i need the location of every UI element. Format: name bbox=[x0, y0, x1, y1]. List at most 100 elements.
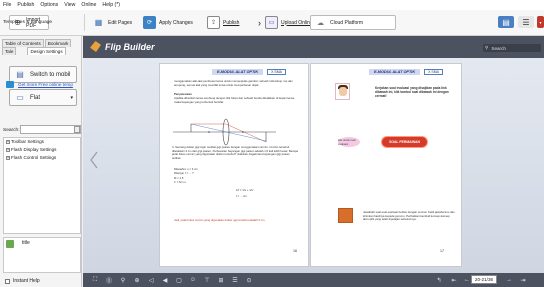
templates-language-label: Templates & Language bbox=[3, 20, 53, 25]
student-illustration bbox=[338, 208, 353, 223]
next-arrow-icon: › bbox=[258, 17, 261, 28]
publish-label: Publish bbox=[223, 19, 240, 26]
expand-icon: + bbox=[6, 156, 10, 160]
instant-help-checkbox[interactable]: Instant Help bbox=[5, 278, 40, 284]
title-text: title bbox=[22, 240, 30, 246]
search-go-button[interactable] bbox=[74, 126, 80, 133]
download-icon[interactable]: ☺ bbox=[186, 273, 200, 287]
apply-changes-icon: ⟳ bbox=[143, 16, 156, 29]
search-icon: ⚲ bbox=[485, 45, 489, 50]
tab-bookmark[interactable]: Bookmark bbox=[44, 39, 72, 47]
toolbar: ⊕ Import PDF ▦ Edit Pages ⟳ Apply Change… bbox=[0, 10, 544, 36]
fullscreen-icon[interactable]: ⛶ bbox=[88, 273, 102, 287]
left-panel-tabs: Table of Contents Bookmark Tale Design S… bbox=[0, 36, 81, 55]
menu-help[interactable]: Help (*) bbox=[102, 2, 120, 8]
list-view-button[interactable]: ☰ bbox=[518, 16, 534, 28]
quiz-game-button[interactable]: SOAL PERMAINAN bbox=[382, 137, 427, 147]
speech-bubble: klik untuk soal evaluasi bbox=[338, 137, 360, 147]
switch-label: Switch to mobil bbox=[30, 71, 71, 78]
menu-file[interactable]: File bbox=[3, 2, 11, 8]
preview-search-input[interactable]: ⚲ Search bbox=[483, 44, 541, 52]
page-intro-text: menggunakan alat-alat pembesar lensa unt… bbox=[174, 79, 293, 87]
answer-line: 1/f = 1/s + 1/s' bbox=[236, 188, 254, 192]
page-number-right: 17 bbox=[440, 249, 444, 253]
page-footer-text: Jadi, jarak fokus cermin yang digunakan … bbox=[174, 218, 266, 222]
cloud-platform-button[interactable]: ☁ Cloud Platform bbox=[310, 15, 396, 30]
publish-icon: ⇪ bbox=[207, 16, 220, 29]
menu-view[interactable]: View bbox=[64, 2, 75, 8]
preview-search-placeholder: Search bbox=[491, 45, 506, 51]
tab-design-settings[interactable]: Design Settings bbox=[27, 47, 66, 55]
apply-changes-button[interactable]: ⟳ Apply Changes bbox=[143, 15, 193, 30]
page-header: E-MODUL ALAT OPTIK X SMA bbox=[212, 67, 286, 76]
search-icon[interactable]: ⊙ bbox=[242, 273, 256, 287]
template-icon: ▤ bbox=[16, 70, 24, 79]
page-header-class: X SMA bbox=[267, 68, 286, 75]
previous-page-arrow[interactable] bbox=[89, 151, 99, 169]
evaluation-heading: Kerjakan soal evaluasi yang disajikan pa… bbox=[375, 86, 449, 99]
flip-builder-logo: Flip Builder bbox=[90, 41, 155, 52]
edit-pages-label: Edit Pages bbox=[108, 19, 133, 26]
checkbox-icon bbox=[5, 278, 10, 284]
help-icon[interactable]: ⓪ bbox=[102, 273, 116, 287]
upload-online-label: Upload Online bbox=[281, 19, 313, 26]
page-ask: Ditanya: f = ... ? bbox=[174, 171, 194, 175]
settings-item-flash-display[interactable]: + Flash Display Settings bbox=[4, 146, 80, 154]
grid-icon[interactable]: ☰ bbox=[228, 273, 242, 287]
upload-icon: ▭ bbox=[265, 16, 278, 29]
menu-options[interactable]: Options bbox=[40, 2, 58, 8]
edit-pages-icon: ▦ bbox=[94, 18, 103, 27]
teacher-illustration bbox=[335, 83, 350, 100]
logo-text: Flip Builder bbox=[105, 41, 155, 52]
flat-label: Flat bbox=[30, 94, 41, 101]
book-page-left[interactable]: E-MODUL ALAT OPTIK X SMA menggunakan ala… bbox=[159, 63, 309, 267]
book-page-right[interactable]: E-MODUL ALAT OPTIK X SMA Kerjakan soal e… bbox=[310, 63, 462, 267]
page-question: 4. Seorang dokter gigi ingin melihat gig… bbox=[172, 145, 298, 160]
upload-online-button[interactable]: ▭ Upload Online bbox=[265, 15, 313, 30]
chevron-down-icon: ▾ bbox=[539, 19, 542, 25]
answer-line: s' = M x s bbox=[174, 180, 186, 184]
title-panel bbox=[3, 237, 81, 273]
title-icon bbox=[6, 240, 14, 248]
page-header-class: X SMA bbox=[424, 68, 443, 75]
expand-icon: + bbox=[6, 148, 10, 152]
settings-search-input[interactable] bbox=[20, 125, 81, 134]
list-icon: ☰ bbox=[522, 17, 530, 27]
thumbnails-icon[interactable]: ⊞ bbox=[214, 273, 228, 287]
publish-button[interactable]: ⇪ Publish bbox=[207, 15, 239, 30]
print-icon[interactable]: ▢ bbox=[172, 273, 186, 287]
more-templates-link[interactable]: Get more Free online temp bbox=[6, 81, 73, 88]
page-paragraph: Apabila diberikan lensa cembung dengan t… bbox=[174, 96, 295, 104]
menu-publish[interactable]: Publish bbox=[17, 2, 34, 8]
edit-pages-button[interactable]: ▦ Edit Pages bbox=[92, 15, 132, 30]
tab-tale[interactable]: Tale bbox=[2, 47, 17, 55]
settings-item-toolbar[interactable]: + Toolbar Settings bbox=[4, 138, 80, 146]
last-page-icon[interactable]: ⇥ bbox=[517, 273, 529, 287]
share-link-icon[interactable]: ↰ bbox=[433, 273, 445, 287]
settings-tree: + Toolbar Settings + Flash Display Setting… bbox=[3, 137, 81, 234]
table-of-contents-icon[interactable]: ⊤ bbox=[200, 273, 214, 287]
cloud-icon: ☁ bbox=[317, 19, 324, 27]
sound-icon[interactable]: ◁ bbox=[144, 273, 158, 287]
tab-table-of-contents[interactable]: Table of Contents bbox=[2, 39, 44, 47]
settings-item-flash-control[interactable]: + Flash Control Settings bbox=[4, 154, 80, 162]
page-header: E-MODUL ALAT OPTIK X SMA bbox=[369, 67, 443, 76]
template-select[interactable]: ▭ Flat ▾ bbox=[9, 89, 77, 106]
menu-bar: File Publish Options View Online Help (*… bbox=[0, 0, 544, 10]
page-header-title: E-MODUL ALAT OPTIK bbox=[212, 68, 264, 75]
template-link-icon bbox=[6, 81, 14, 88]
share-icon[interactable]: ⊕ bbox=[130, 273, 144, 287]
first-page-icon[interactable]: ⇤ bbox=[448, 273, 460, 287]
teacher-face bbox=[339, 87, 347, 96]
thumbnail-view-button[interactable]: ▤ bbox=[498, 16, 514, 28]
zoom-icon[interactable]: ⚲ bbox=[116, 273, 130, 287]
expand-icon: + bbox=[6, 140, 10, 144]
toolbar-divider bbox=[84, 14, 85, 31]
bookmark-icon[interactable]: ◀ bbox=[158, 273, 172, 287]
more-templates-label: Get more Free online temp bbox=[18, 82, 73, 87]
next-page-icon[interactable]: → bbox=[503, 273, 515, 287]
chevron-down-icon: ▾ bbox=[70, 94, 73, 101]
menu-online[interactable]: Online bbox=[81, 2, 96, 8]
dropdown-button[interactable]: ▾ bbox=[537, 16, 544, 28]
page-counter[interactable]: 20-21/36 bbox=[471, 275, 497, 284]
